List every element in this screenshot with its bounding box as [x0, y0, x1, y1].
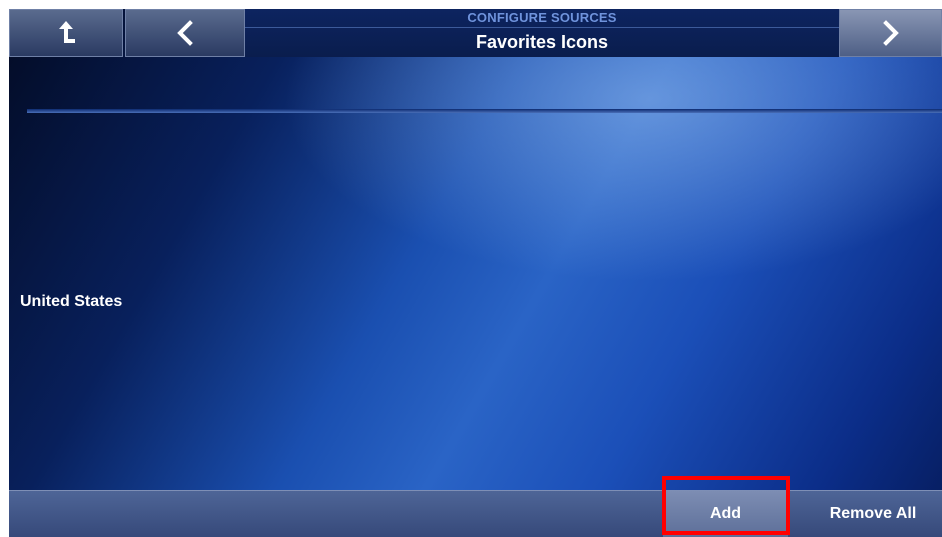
top-navigation-bar: CONFIGURE SOURCES Favorites Icons: [9, 9, 942, 59]
list-item-country[interactable]: United States: [20, 293, 122, 311]
next-button[interactable]: [839, 9, 942, 57]
list-divider: [27, 109, 942, 113]
chevron-left-icon: [175, 20, 195, 46]
up-arrow-icon: [55, 19, 77, 47]
favorites-icons-screen: CONFIGURE SOURCES Favorites Icons United…: [9, 9, 942, 537]
bottom-action-bar: Add Remove All: [9, 490, 942, 537]
add-button[interactable]: Add: [663, 491, 788, 537]
up-button[interactable]: [9, 9, 123, 57]
title-divider: [245, 27, 839, 28]
back-button[interactable]: [125, 9, 245, 57]
section-subtitle: CONFIGURE SOURCES: [467, 10, 617, 25]
page-title: Favorites Icons: [475, 32, 609, 52]
chevron-right-icon: [881, 20, 901, 46]
title-area: CONFIGURE SOURCES Favorites Icons: [245, 9, 839, 57]
remove-all-button[interactable]: Remove All: [804, 491, 942, 537]
